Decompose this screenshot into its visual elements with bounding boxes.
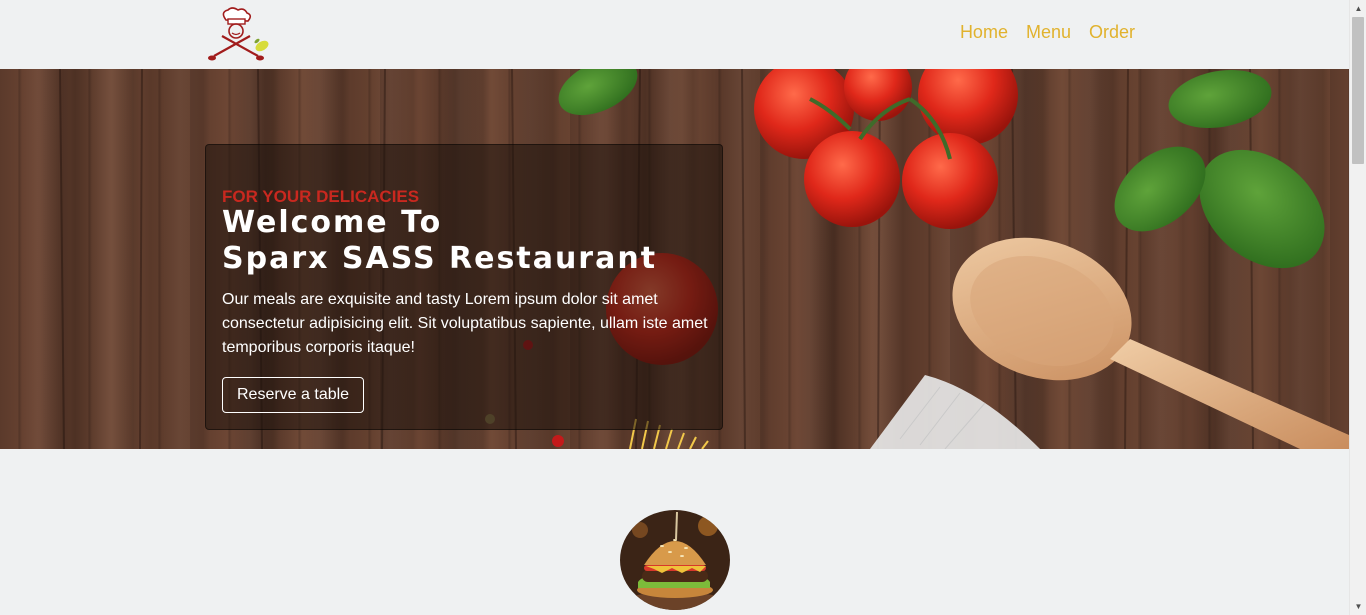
hero-description: Our meals are exquisite and tasty Lorem … [222,291,708,356]
scroll-down-icon[interactable]: ▼ [1350,598,1366,615]
main-nav: Home Menu Order [942,22,1135,43]
hero-title-line-2: Sparx SASS Restaurant [222,241,658,276]
hero-kicker: FOR YOUR DELICACIES [222,187,420,206]
chef-logo-icon[interactable] [204,6,272,62]
hero-title-line-1: Welcome To [222,205,443,240]
nav-home-link[interactable]: Home [960,22,1008,43]
burger-image [620,510,730,610]
hero-content-card: FOR YOUR DELICACIES Welcome To Sparx SAS… [205,144,723,430]
hero-banner: FOR YOUR DELICACIES Welcome To Sparx SAS… [0,69,1349,449]
hero-title: Welcome To Sparx SASS Restaurant [222,205,657,277]
page-scrollbar[interactable]: ▲ ▼ [1349,0,1366,615]
nav-order-link[interactable]: Order [1089,22,1135,43]
nav-menu-link[interactable]: Menu [1026,22,1071,43]
scroll-up-icon[interactable]: ▲ [1350,0,1366,17]
scrollbar-thumb[interactable] [1352,17,1364,164]
navbar: Home Menu Order [0,0,1349,69]
reserve-table-button[interactable]: Reserve a table [222,377,365,413]
